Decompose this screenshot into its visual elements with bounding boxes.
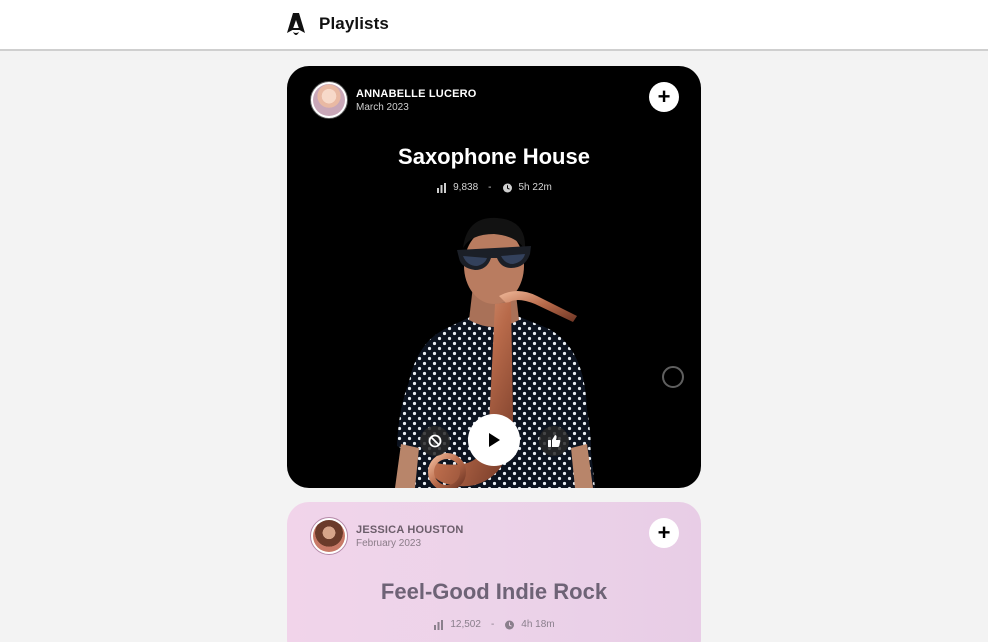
play-count: 9,838 [453, 182, 479, 193]
stats-separator: - [490, 619, 495, 630]
stats-separator: - [488, 182, 492, 193]
playlist-author[interactable]: ANNABELLE LUCERO [356, 88, 477, 100]
playlist-card[interactable]: JESSICA HOUSTON February 2023 + Feel-Goo… [287, 502, 701, 642]
clock-icon [505, 620, 515, 629]
top-bar: Playlists [0, 0, 988, 51]
playlist-author[interactable]: JESSICA HOUSTON [356, 524, 464, 536]
play-count: 12,502 [450, 619, 481, 630]
bar-chart-icon [434, 619, 444, 630]
duration: 5h 22m [518, 182, 552, 193]
playlist-card[interactable]: ANNABELLE LUCERO March 2023 + Saxophone … [287, 66, 701, 488]
playlist-date: March 2023 [356, 102, 409, 113]
playlist-title: Feel-Good Indie Rock [380, 579, 608, 604]
play-icon [489, 433, 500, 447]
astro-logo-icon[interactable] [286, 12, 306, 38]
playlist-stats: 12,502 - 4h 18m [287, 619, 701, 630]
add-playlist-button[interactable]: + [649, 518, 679, 548]
add-playlist-button[interactable]: + [649, 82, 679, 112]
play-button[interactable] [468, 414, 520, 466]
clock-icon [502, 183, 512, 192]
ban-button[interactable] [420, 426, 450, 456]
bar-chart-icon [437, 182, 447, 193]
avatar[interactable] [310, 517, 348, 555]
page-title: Playlists [319, 14, 389, 33]
duration: 4h 18m [521, 619, 555, 630]
playlist-stats: 9,838 - 5h 22m [287, 182, 701, 193]
ban-icon [428, 434, 442, 448]
thumbs-up-icon [548, 435, 561, 447]
avatar[interactable] [310, 81, 348, 119]
playlist-date: February 2023 [356, 538, 422, 549]
playback-controls [287, 414, 701, 468]
selection-ring[interactable] [662, 366, 684, 388]
playlist-title: Saxophone House [398, 144, 590, 169]
like-button[interactable] [539, 426, 569, 456]
